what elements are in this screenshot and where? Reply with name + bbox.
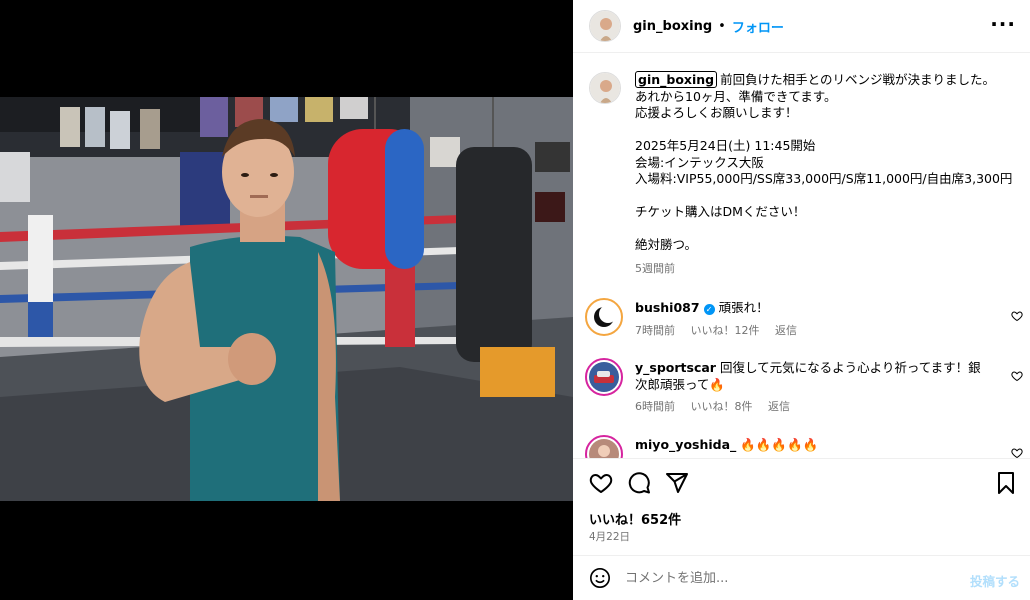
verified-icon: ✓: [703, 304, 715, 315]
caption-body: gin_boxing 前回負けた相手とのリベンジ戦が決まりました。 あれから10ヶ…: [635, 71, 1015, 254]
crescent-moon-avatar-icon: [589, 302, 619, 332]
comment-username[interactable]: miyo_yoshida_: [635, 437, 736, 452]
comment-input[interactable]: [625, 570, 955, 586]
comment-like-heart-icon[interactable]: [1011, 310, 1023, 322]
heart-icon[interactable]: [589, 471, 613, 495]
caption-time[interactable]: 5週間前: [635, 260, 1015, 276]
car-avatar-icon: [589, 362, 619, 392]
post-comment-button[interactable]: 投稿する: [970, 571, 1020, 590]
add-comment-bar: 投稿する: [573, 555, 1030, 600]
emoji-icon[interactable]: [589, 567, 611, 589]
comment-likes[interactable]: いいね！8件: [691, 400, 753, 413]
more-icon[interactable]: ···: [990, 12, 1016, 36]
comment-like-heart-icon[interactable]: [1011, 447, 1023, 458]
share-icon[interactable]: [665, 471, 689, 495]
bookmark-icon[interactable]: [994, 471, 1018, 495]
post-date[interactable]: 4月22日: [589, 529, 630, 544]
caption-text: 前回負けた相手とのリベンジ戦が決まりました。 あれから10ヶ月、準備できてます。…: [635, 72, 1013, 252]
action-bar: いいね！652件 4月22日: [573, 458, 1030, 554]
action-icons: [589, 471, 689, 495]
comment-time[interactable]: 6時間前: [635, 400, 675, 413]
reply-button[interactable]: 返信: [768, 400, 790, 413]
reply-button[interactable]: 返信: [775, 324, 797, 337]
comment-text: 🔥🔥🔥🔥🔥: [740, 437, 819, 452]
comment-avatar[interactable]: [585, 358, 623, 396]
author-username[interactable]: gin_boxing: [633, 19, 712, 34]
caption-avatar[interactable]: [589, 72, 621, 104]
comment-item: y_sportscar 回復して元気になるよう心より祈ってます！銀次郎頑張って🔥 …: [585, 358, 1025, 416]
instagram-post-view: gin_boxing • フォロー ··· gin_boxing 前回負けた相手と…: [0, 0, 1030, 600]
post-media: [0, 0, 573, 600]
comment-avatar[interactable]: [585, 435, 623, 458]
comment-like-heart-icon[interactable]: [1011, 370, 1023, 382]
boxer-photo-illustration: [0, 97, 573, 501]
author-avatar[interactable]: [589, 10, 621, 42]
comment-time[interactable]: 7時間前: [635, 324, 675, 337]
comment-avatar[interactable]: [585, 298, 623, 336]
comment-likes[interactable]: いいね！12件: [691, 324, 760, 337]
person-avatar-icon: [589, 439, 619, 458]
like-count[interactable]: いいね！652件: [589, 509, 681, 528]
separator-dot: •: [718, 18, 726, 34]
comment-username[interactable]: bushi087: [635, 300, 700, 315]
comment-username[interactable]: y_sportscar: [635, 360, 716, 375]
avatar-image: [590, 11, 620, 41]
post-header: gin_boxing • フォロー ···: [573, 0, 1030, 53]
caption-username[interactable]: gin_boxing: [635, 71, 718, 88]
comment-icon[interactable]: [627, 471, 651, 495]
avatar-image: [590, 73, 620, 103]
post-photo[interactable]: [0, 97, 573, 501]
caption: gin_boxing 前回負けた相手とのリベンジ戦が決まりました。 あれから10ヶ…: [589, 71, 1019, 276]
comment-text: 頑張れ！: [718, 300, 769, 315]
comments-scroll-area[interactable]: gin_boxing 前回負けた相手とのリベンジ戦が決まりました。 あれから10ヶ…: [573, 54, 1030, 458]
follow-button[interactable]: フォロー: [732, 17, 784, 36]
post-side-panel: gin_boxing • フォロー ··· gin_boxing 前回負けた相手と…: [573, 0, 1030, 600]
comment-item: bushi087 ✓ 頑張れ！ 7時間前 いいね！12件 返信: [585, 298, 1025, 339]
comment-item: miyo_yoshida_ 🔥🔥🔥🔥🔥: [585, 435, 1025, 458]
